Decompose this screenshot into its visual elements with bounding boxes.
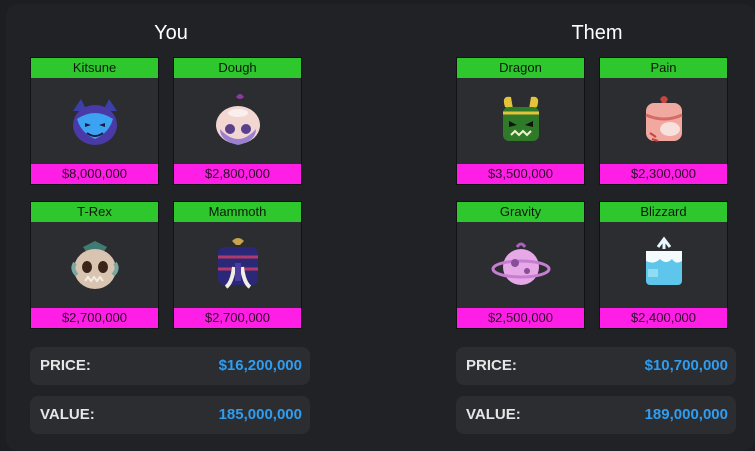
item-name: Blizzard (600, 202, 727, 222)
their-value-summary: VALUE: 189,000,000 (456, 396, 736, 434)
item-name: Dough (174, 58, 301, 78)
price-label: PRICE: (40, 357, 91, 374)
your-offer-title: You (154, 22, 188, 44)
item-name: Mammoth (174, 202, 301, 222)
their-item-4[interactable]: Blizzard $2,400,000 (599, 201, 728, 329)
item-price: $2,500,000 (457, 308, 584, 328)
item-name: Dragon (457, 58, 584, 78)
value-value: 185,000,000 (218, 406, 302, 423)
pain-fruit-icon (600, 78, 727, 164)
your-item-3[interactable]: T-Rex $2,700,000 (30, 201, 159, 329)
item-name: T-Rex (31, 202, 158, 222)
mammoth-fruit-icon (174, 222, 301, 308)
their-item-2[interactable]: Pain $2,300,000 (599, 57, 728, 185)
their-offer-title: Them (571, 22, 623, 44)
value-value: 189,000,000 (644, 406, 728, 423)
blizzard-fruit-icon (600, 222, 727, 308)
your-value-summary: VALUE: 185,000,000 (30, 396, 310, 434)
their-price-summary: PRICE: $10,700,000 (456, 347, 736, 385)
your-item-4[interactable]: Mammoth $2,700,000 (173, 201, 302, 329)
value-label: VALUE: (466, 406, 521, 423)
item-price: $2,400,000 (600, 308, 727, 328)
your-item-2[interactable]: Dough $2,800,000 (173, 57, 302, 185)
item-price: $2,300,000 (600, 164, 727, 184)
item-price: $2,700,000 (174, 308, 301, 328)
your-item-1[interactable]: Kitsune $8,000,000 (30, 57, 159, 185)
item-price: $8,000,000 (31, 164, 158, 184)
item-name: Pain (600, 58, 727, 78)
their-item-1[interactable]: Dragon $3,500,000 (456, 57, 585, 185)
item-price: $3,500,000 (457, 164, 584, 184)
kitsune-fruit-icon (31, 78, 158, 164)
item-name: Gravity (457, 202, 584, 222)
value-label: VALUE: (40, 406, 95, 423)
trex-fruit-icon (31, 222, 158, 308)
your-price-summary: PRICE: $16,200,000 (30, 347, 310, 385)
item-price: $2,700,000 (31, 308, 158, 328)
price-value: $10,700,000 (644, 357, 728, 374)
dragon-fruit-icon (457, 78, 584, 164)
their-item-3[interactable]: Gravity $2,500,000 (456, 201, 585, 329)
price-value: $16,200,000 (218, 357, 302, 374)
item-price: $2,800,000 (174, 164, 301, 184)
gravity-fruit-icon (457, 222, 584, 308)
dough-fruit-icon (174, 78, 301, 164)
price-label: PRICE: (466, 357, 517, 374)
item-name: Kitsune (31, 58, 158, 78)
